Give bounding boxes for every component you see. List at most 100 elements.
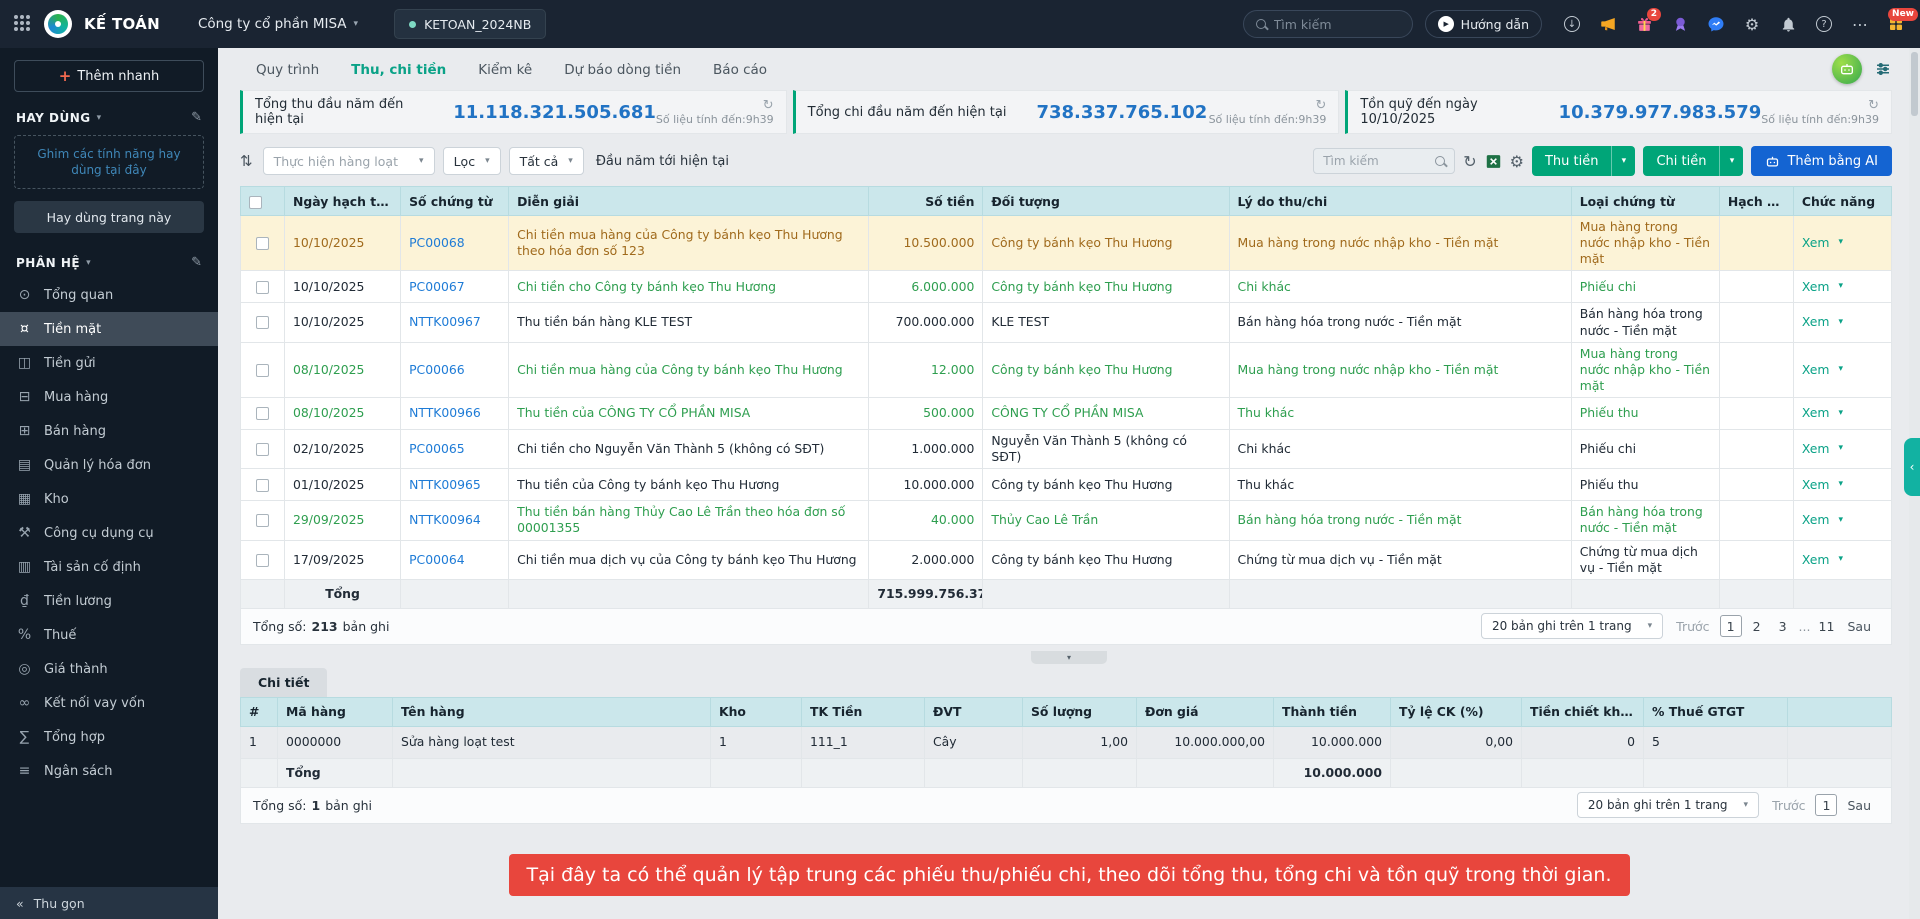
tab-detail[interactable]: Chi tiết (240, 667, 328, 697)
tab-quy-trinh[interactable]: Quy trình (240, 52, 335, 88)
view-button[interactable]: Xem ▾ (1802, 362, 1843, 378)
column-header[interactable]: Lý do thu/chi (1228, 186, 1572, 216)
filter-button[interactable]: Lọc ▾ (442, 147, 501, 175)
row-checkbox[interactable] (256, 237, 269, 251)
scrollbar-thumb[interactable] (1911, 52, 1918, 116)
detail-column-header[interactable]: Mã hàng (277, 696, 393, 727)
tab-bao-cao[interactable]: Báo cáo (697, 52, 783, 88)
view-button[interactable]: Xem ▾ (1802, 441, 1843, 457)
detail-column-header[interactable]: Kho (710, 696, 802, 727)
help-icon[interactable]: ? (1814, 14, 1834, 34)
detail-column-header[interactable]: # (240, 696, 278, 727)
document-link[interactable]: NTTK00966 (409, 405, 481, 420)
right-panel-toggle[interactable]: ‹ (1904, 438, 1920, 496)
detail-page-1[interactable]: 1 (1815, 794, 1838, 817)
document-link[interactable]: PC00067 (409, 279, 465, 294)
document-link[interactable]: PC00066 (409, 362, 465, 377)
detail-collapse-handle[interactable]: ▾ (1031, 650, 1107, 664)
document-link[interactable]: PC00065 (409, 441, 465, 456)
view-button[interactable]: Xem ▾ (1802, 235, 1843, 251)
refresh-icon[interactable]: ↻ (763, 99, 774, 112)
gear-icon[interactable]: ⚙ (1510, 152, 1524, 171)
refresh-icon[interactable]: ↻ (1868, 99, 1879, 112)
column-header[interactable]: Ngày hạch toán (284, 186, 402, 216)
column-header[interactable]: Loại chứng từ (1570, 186, 1720, 216)
tab-du-bao-dong-tien[interactable]: Dự báo dòng tiền (548, 52, 697, 88)
sidebar-item-warehouse[interactable]: ▦ Kho (0, 482, 218, 516)
topbar-search-input[interactable] (1273, 16, 1430, 32)
sidebar-item-invoice[interactable]: ▤ Quản lý hóa đơn (0, 448, 218, 482)
row-checkbox[interactable] (256, 514, 269, 528)
detail-column-header[interactable]: ĐVT (924, 696, 1023, 727)
detail-column-header[interactable]: Tiền chiết khấu (1521, 696, 1644, 727)
column-header[interactable]: Diễn giải (508, 186, 870, 216)
refresh-icon[interactable]: ↻ (1315, 99, 1326, 112)
quick-add-button[interactable]: + Thêm nhanh (14, 60, 204, 92)
sidebar-collapse-button[interactable]: « Thu gọn (0, 887, 218, 919)
grid-search[interactable] (1313, 148, 1456, 174)
document-link[interactable]: PC00068 (409, 235, 465, 250)
more-icon[interactable]: ⋯ (1850, 14, 1870, 34)
topbar-search[interactable] (1242, 10, 1430, 38)
medal-icon[interactable] (1670, 14, 1690, 34)
detail-page-size-select[interactable]: 20 bản ghi trên 1 trang ▾ (1576, 792, 1760, 819)
gift-icon[interactable]: 2 (1634, 8, 1661, 34)
row-checkbox[interactable] (256, 280, 269, 294)
detail-column-header[interactable]: Thành tiền (1273, 696, 1391, 727)
guide-button[interactable]: ▶ Hướng dẫn (1424, 10, 1542, 38)
add-with-ai-button[interactable]: Thêm bằng AI (1751, 146, 1892, 176)
sidebar-item-general[interactable]: ∑ Tổng hợp (0, 720, 218, 754)
scope-select[interactable]: Tất cả ▾ (508, 147, 584, 175)
apps-grid-icon[interactable] (14, 15, 32, 33)
sort-icon[interactable]: ⇅ (240, 152, 253, 170)
sidebar-item-fixed-asset[interactable]: ▥ Tài sản cố định (0, 550, 218, 584)
grid-page-1[interactable]: 1 (1719, 615, 1742, 638)
row-checkbox[interactable] (256, 363, 269, 377)
megaphone-icon[interactable] (1598, 14, 1618, 34)
sidebar-item-cash[interactable]: ¤ Tiền mặt (0, 312, 218, 347)
view-button[interactable]: Xem ▾ (1802, 405, 1843, 421)
tab-kiem-ke[interactable]: Kiểm kê (462, 52, 548, 88)
view-button[interactable]: Xem ▾ (1802, 279, 1843, 295)
document-link[interactable]: NTTK00965 (409, 477, 481, 492)
column-header[interactable]: Số chứng từ (400, 186, 510, 216)
table-row[interactable]: 10/10/2025 PC00067 Chi tiền cho Công ty … (239, 270, 1893, 304)
table-row[interactable]: 29/09/2025 NTTK00964 Thu tiền bán hàng T… (239, 500, 1893, 541)
chevron-down-icon[interactable]: ▾ (1611, 146, 1635, 176)
view-button[interactable]: Xem ▾ (1802, 512, 1843, 528)
document-link[interactable]: NTTK00964 (409, 512, 481, 527)
modules-header[interactable]: PHÂN HỆ ▾ ✎ (0, 243, 218, 278)
grid-page-11[interactable]: 11 (1815, 615, 1837, 637)
company-selector[interactable]: Công ty cổ phần MISA ▾ (198, 16, 358, 32)
column-header[interactable]: Đối tượng (982, 186, 1230, 216)
edit-icon[interactable]: ✎ (191, 110, 202, 125)
sidebar-item-loan[interactable]: ∞ Kết nối vay vốn (0, 686, 218, 720)
batch-action-select[interactable]: Thực hiện hàng loạt ▾ (262, 147, 435, 175)
grid-search-input[interactable] (1323, 154, 1430, 168)
grid-page-3[interactable]: 3 (1772, 615, 1794, 637)
detail-column-header[interactable]: Tỷ lệ CK (%) (1390, 696, 1522, 727)
pin-page-button[interactable]: Hay dùng trang này (14, 201, 204, 234)
workspace-tab[interactable]: KETOAN_2024NB (394, 9, 547, 39)
row-checkbox[interactable] (256, 407, 269, 421)
view-button[interactable]: Xem ▾ (1802, 477, 1843, 493)
pay-money-button[interactable]: Chi tiền ▾ (1643, 146, 1744, 176)
sidebar-item-sales[interactable]: ⊞ Bán hàng (0, 414, 218, 448)
column-header[interactable]: Chức năng (1792, 186, 1893, 216)
document-link[interactable]: NTTK00967 (409, 314, 481, 329)
sidebar-item-budget[interactable]: ≡ Ngân sách (0, 754, 218, 788)
apps-new-icon[interactable]: New (1886, 8, 1918, 34)
table-row[interactable]: 02/10/2025 PC00065 Chi tiền cho Nguyễn V… (239, 428, 1893, 470)
sidebar-item-payroll[interactable]: ₫ Tiền lương (0, 584, 218, 618)
sidebar-item-overview[interactable]: ⊙ Tổng quan (0, 278, 218, 312)
sidebar-item-deposit[interactable]: ◫ Tiền gửi (0, 346, 218, 380)
refresh-icon[interactable]: ↻ (1463, 152, 1476, 171)
table-row[interactable]: 01/10/2025 NTTK00965 Thu tiền của Công t… (239, 468, 1893, 502)
sidebar-item-purchase[interactable]: ⊟ Mua hàng (0, 380, 218, 414)
table-row[interactable]: 10/10/2025 NTTK00967 Thu tiền bán hàng K… (239, 302, 1893, 343)
table-row[interactable]: 10/10/2025 PC00068 Chi tiền mua hàng của… (239, 214, 1893, 272)
row-checkbox[interactable] (256, 316, 269, 330)
sidebar-item-costing[interactable]: ◎ Giá thành (0, 652, 218, 686)
edit-icon[interactable]: ✎ (191, 255, 202, 270)
detail-column-header[interactable]: Đơn giá (1136, 696, 1274, 727)
